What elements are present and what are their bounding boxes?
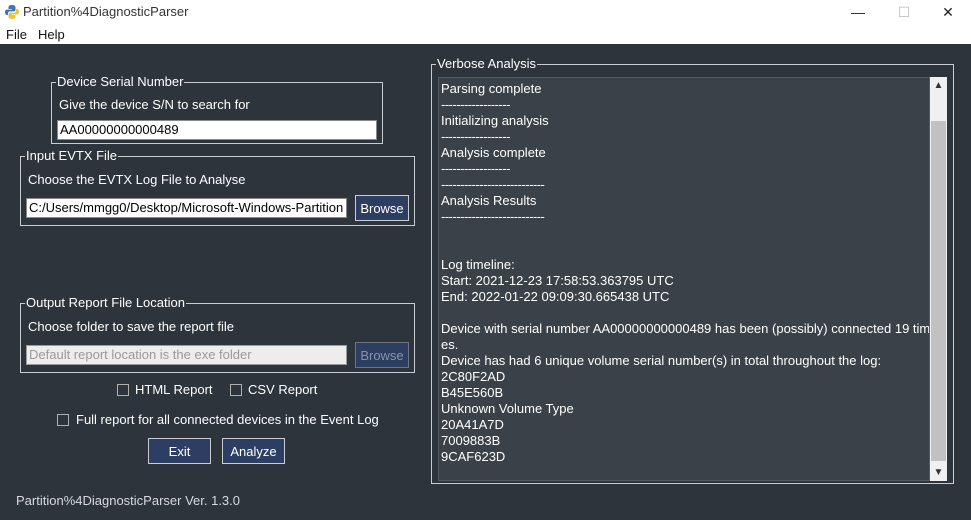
output-browse-button[interactable]: Browse <box>355 342 409 368</box>
scroll-up-icon[interactable]: ▲ <box>930 77 947 94</box>
evtx-browse-button[interactable]: Browse <box>355 195 409 221</box>
log-line: Unknown Volume Type <box>441 401 574 416</box>
title-bar: Partition%4DiagnosticParser — ☐ ✕ <box>0 0 971 24</box>
main-panel: Device Serial Number Give the device S/N… <box>0 44 971 520</box>
log-line: Parsing complete <box>441 81 542 96</box>
verbose-analysis-group: Verbose Analysis Parsing complete -------… <box>431 56 954 484</box>
device-serial-group-title: Device Serial Number <box>56 74 185 90</box>
close-button[interactable]: ✕ <box>925 0 971 24</box>
log-line: 20A41A7D <box>441 417 504 432</box>
verbose-log-text[interactable]: Parsing complete ------------------ Initia… <box>438 77 930 481</box>
log-line: Analysis complete <box>441 145 546 160</box>
log-line: ------------------ <box>441 97 510 112</box>
scroll-down-icon[interactable]: ▼ <box>930 464 947 481</box>
minimize-button[interactable]: — <box>835 0 881 24</box>
log-line: Device has had 6 unique volume serial nu… <box>441 353 882 368</box>
html-report-checkbox[interactable] <box>117 384 129 396</box>
analyze-button[interactable]: Analyze <box>222 438 285 464</box>
log-line: ------------------ <box>441 129 510 144</box>
full-report-checkbox[interactable] <box>57 414 69 426</box>
exit-button[interactable]: Exit <box>148 438 211 464</box>
log-scrollbar[interactable]: ▲ ▼ <box>930 77 947 481</box>
output-report-group-title: Output Report File Location <box>25 295 186 311</box>
scroll-thumb[interactable] <box>931 121 946 461</box>
log-line: --------------------------- <box>441 209 545 224</box>
log-line: Start: 2021-12-23 17:58:53.363795 UTC <box>441 273 674 288</box>
window-title: Partition%4DiagnosticParser <box>23 4 189 19</box>
python-app-icon <box>5 5 19 19</box>
verbose-analysis-title: Verbose Analysis <box>436 56 538 72</box>
device-serial-group: Device Serial Number Give the device S/N… <box>51 74 383 144</box>
log-line: Device with serial number AA000000000004… <box>441 321 930 336</box>
csv-report-label: CSV Report <box>248 382 318 397</box>
output-report-group: Output Report File Location Choose folde… <box>20 295 415 373</box>
log-line: Log timeline: <box>441 257 515 272</box>
menu-help[interactable]: Help <box>38 27 65 42</box>
device-serial-input[interactable]: AA00000000000489 <box>57 120 377 140</box>
log-line: Initializing analysis <box>441 113 549 128</box>
output-report-prompt: Choose folder to save the report file <box>28 319 234 334</box>
log-line: Analysis Results <box>441 193 537 208</box>
input-evtx-group-title: Input EVTX File <box>25 148 119 164</box>
menu-bar: File Help <box>0 24 971 44</box>
log-line: 7009883B <box>441 433 501 448</box>
log-line: End: 2022-01-22 09:09:30.665438 UTC <box>441 289 670 304</box>
log-line: --------------------------- <box>441 177 545 192</box>
menu-file[interactable]: File <box>6 27 27 42</box>
log-line: ------------------ <box>441 161 510 176</box>
full-report-label: Full report for all connected devices in… <box>76 412 379 427</box>
input-evtx-group: Input EVTX File Choose the EVTX Log File… <box>20 148 415 226</box>
log-line: es. <box>441 337 459 352</box>
device-serial-prompt: Give the device S/N to search for <box>59 97 250 112</box>
maximize-button[interactable]: ☐ <box>881 0 927 24</box>
output-folder-input[interactable]: Default report location is the exe folde… <box>26 345 347 365</box>
input-evtx-prompt: Choose the EVTX Log File to Analyse <box>28 172 246 187</box>
log-line: B45E560B <box>441 385 504 400</box>
log-line: 9CAF623D <box>441 449 506 464</box>
log-line: 2C80F2AD <box>441 369 506 384</box>
evtx-path-input[interactable]: C:/Users/mmgg0/Desktop/Microsoft-Windows… <box>26 198 347 218</box>
html-report-label: HTML Report <box>135 382 213 397</box>
version-label: Partition%4DiagnosticParser Ver. 1.3.0 <box>16 493 241 508</box>
csv-report-checkbox[interactable] <box>230 384 242 396</box>
